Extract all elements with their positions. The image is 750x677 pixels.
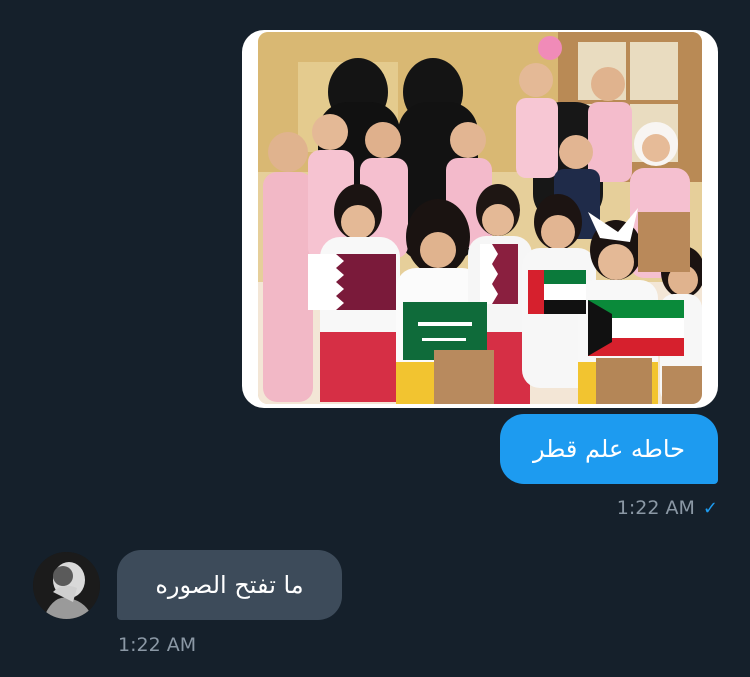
- outgoing-message-time: 1:22 AM: [616, 497, 695, 519]
- outgoing-message-bubble[interactable]: حاطه علم قطر: [500, 414, 718, 484]
- check-icon: ✓: [702, 497, 718, 519]
- outgoing-message-text: حاطه علم قطر: [533, 435, 686, 463]
- image-message-bubble[interactable]: [242, 30, 718, 408]
- incoming-message-text: ما تفتح الصوره: [155, 571, 304, 599]
- avatar[interactable]: [33, 552, 100, 619]
- incoming-message-bubble[interactable]: ما تفتح الصوره: [117, 550, 342, 620]
- outgoing-message-meta: 1:22 AM ✓: [617, 497, 718, 519]
- incoming-message-time: 1:22 AM: [118, 634, 197, 656]
- attached-photo[interactable]: [258, 32, 702, 404]
